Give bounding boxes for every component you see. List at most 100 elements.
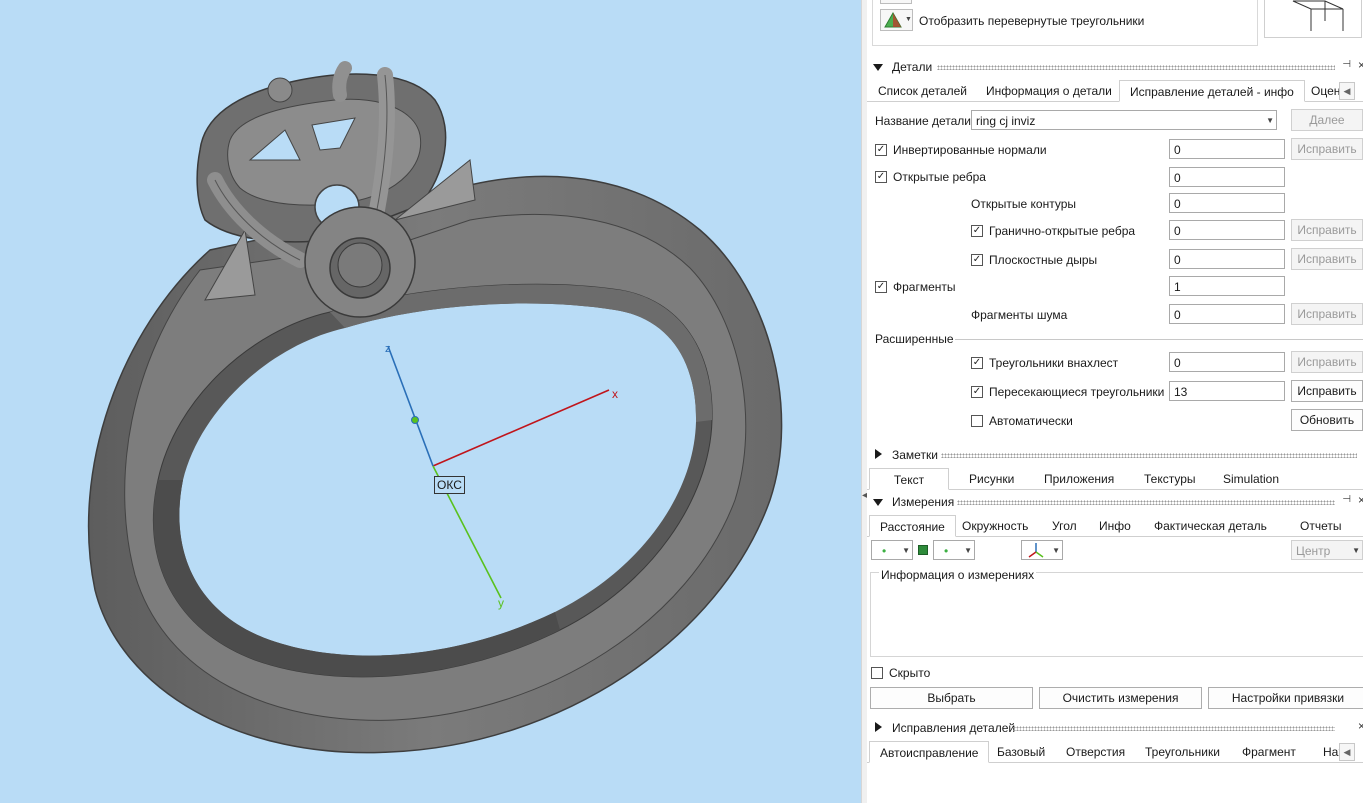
open-edges-checkbox[interactable]: ✓ bbox=[875, 171, 887, 183]
triangle-icon bbox=[884, 12, 902, 28]
close-icon[interactable]: × bbox=[1358, 58, 1363, 72]
tab-drawings[interactable]: Рисунки bbox=[959, 468, 1024, 490]
details-tabbar: Список деталей Информация о детали Испра… bbox=[867, 80, 1363, 102]
clear-measurements-button[interactable]: Очистить измерения bbox=[1039, 687, 1202, 709]
chevron-down-icon: ▼ bbox=[1052, 546, 1060, 555]
automatic-label: Автоматически bbox=[989, 414, 1073, 428]
inverted-triangles-label: Отобразить перевернутые треугольники bbox=[919, 14, 1145, 28]
tab-angle[interactable]: Угол bbox=[1042, 515, 1087, 537]
chevron-down-icon: ▼ bbox=[1266, 116, 1274, 125]
intersecting-triangles-checkbox[interactable]: ✓ bbox=[971, 386, 983, 398]
open-contours-value: 0 bbox=[1169, 193, 1285, 213]
collapse-icon[interactable] bbox=[873, 499, 883, 506]
point-icon: • bbox=[944, 544, 949, 558]
noise-fragments-value: 0 bbox=[1169, 304, 1285, 324]
tab-scroll-left-icon[interactable]: ◀ bbox=[1339, 82, 1355, 100]
hidden-label: Скрыто bbox=[889, 666, 931, 680]
ring-model-render[interactable]: x y z bbox=[0, 0, 861, 803]
fix-noise-fragments-button[interactable]: Исправить bbox=[1291, 303, 1363, 325]
pin-icon[interactable]: ⊣ bbox=[1342, 59, 1351, 70]
close-icon[interactable]: × bbox=[1358, 719, 1363, 733]
fix-overlapping-triangles-button[interactable]: Исправить bbox=[1291, 351, 1363, 373]
tab-parts-list[interactable]: Список деталей bbox=[868, 80, 977, 102]
inverted-triangles-dropdown[interactable]: ▼ bbox=[880, 9, 913, 31]
fragments-checkbox[interactable]: ✓ bbox=[875, 281, 887, 293]
drag-grip[interactable] bbox=[937, 65, 1335, 70]
advanced-divider bbox=[955, 339, 1363, 340]
hidden-checkbox[interactable] bbox=[871, 667, 883, 679]
inverted-normals-value: 0 bbox=[1169, 139, 1285, 159]
measurement-info-label: Информация о измерениях bbox=[879, 568, 1037, 582]
pin-icon[interactable]: ⊣ bbox=[1342, 494, 1351, 505]
expand-icon[interactable] bbox=[875, 722, 882, 732]
boundary-open-edges-checkbox[interactable]: ✓ bbox=[971, 225, 983, 237]
origin-label: ОКС bbox=[434, 476, 465, 494]
tab-part-info[interactable]: Информация о детали bbox=[976, 80, 1122, 102]
point-icon: • bbox=[882, 544, 887, 558]
measurements-section-header[interactable]: Измерения ⊣ × bbox=[867, 493, 1363, 511]
next-button[interactable]: Далее bbox=[1291, 109, 1363, 131]
collapse-icon[interactable] bbox=[873, 64, 883, 71]
planar-holes-label: Плоскостные дыры bbox=[989, 253, 1098, 267]
point-type-select-2[interactable]: • ▼ bbox=[933, 540, 975, 560]
part-name-select[interactable]: ring cj inviz ▼ bbox=[971, 110, 1277, 130]
drag-grip[interactable] bbox=[941, 453, 1357, 458]
tab-basic[interactable]: Базовый bbox=[987, 741, 1055, 763]
axes-icon bbox=[1028, 543, 1044, 558]
planar-holes-value: 0 bbox=[1169, 249, 1285, 269]
tab-part-fix-info[interactable]: Исправление деталей - инфо bbox=[1119, 80, 1305, 102]
coordinate-system-select[interactable]: ▼ bbox=[1021, 540, 1063, 560]
open-contours-label: Открытые контуры bbox=[971, 197, 1076, 211]
center-select[interactable]: Центр ▼ bbox=[1291, 540, 1363, 560]
tab-textures[interactable]: Текстуры bbox=[1134, 468, 1206, 490]
expand-icon[interactable] bbox=[875, 449, 882, 459]
notes-section-title: Заметки bbox=[892, 448, 938, 462]
chevron-down-icon: ▼ bbox=[902, 546, 910, 555]
chevron-down-icon: ▼ bbox=[964, 546, 972, 555]
tab-attachments[interactable]: Приложения bbox=[1034, 468, 1124, 490]
drag-grip[interactable] bbox=[1013, 726, 1335, 731]
3d-viewport[interactable]: x y z ОКС bbox=[0, 0, 861, 803]
fix-planar-holes-button[interactable]: Исправить bbox=[1291, 248, 1363, 270]
overlapping-triangles-checkbox[interactable]: ✓ bbox=[971, 357, 983, 369]
tab-circle[interactable]: Окружность bbox=[952, 515, 1038, 537]
select-button[interactable]: Выбрать bbox=[870, 687, 1033, 709]
tab-reports[interactable]: Отчеты bbox=[1290, 515, 1351, 537]
update-button[interactable]: Обновить bbox=[1291, 409, 1363, 431]
tab-holes[interactable]: Отверстия bbox=[1056, 741, 1135, 763]
tab-fragment[interactable]: Фрагмент bbox=[1232, 741, 1306, 763]
tab-simulation[interactable]: Simulation bbox=[1213, 468, 1289, 490]
inverted-normals-checkbox[interactable]: ✓ bbox=[875, 144, 887, 156]
view-cube-icon bbox=[1292, 0, 1344, 31]
fix-intersecting-triangles-button[interactable]: Исправить bbox=[1291, 380, 1363, 402]
drag-grip[interactable] bbox=[957, 500, 1335, 505]
point-type-select-1[interactable]: • ▼ bbox=[871, 540, 913, 560]
right-panel: ▼ Отобразить перевернутые треугольники Д… bbox=[867, 0, 1363, 803]
details-section-title: Детали bbox=[892, 60, 933, 74]
tab-info[interactable]: Инфо bbox=[1089, 515, 1141, 537]
cutoff-dropdown[interactable] bbox=[880, 0, 912, 4]
automatic-checkbox[interactable] bbox=[971, 415, 983, 427]
measurements-section-title: Измерения bbox=[892, 495, 955, 509]
center-select-value: Центр bbox=[1296, 544, 1331, 558]
tab-distance[interactable]: Расстояние bbox=[869, 515, 956, 537]
z-axis-label: z bbox=[385, 343, 391, 355]
tab-auto-fix[interactable]: Автоисправление bbox=[869, 741, 990, 763]
fix-inverted-normals-button[interactable]: Исправить bbox=[1291, 138, 1363, 160]
details-section-header[interactable]: Детали ⊣ × bbox=[867, 58, 1363, 76]
tab-triangles[interactable]: Треугольники bbox=[1135, 741, 1230, 763]
part-fixes-section-header[interactable]: Исправления деталей × bbox=[867, 719, 1363, 737]
planar-holes-checkbox[interactable]: ✓ bbox=[971, 254, 983, 266]
notes-section-header[interactable]: Заметки bbox=[867, 446, 1363, 464]
link-icon[interactable] bbox=[918, 545, 928, 555]
view-cube[interactable] bbox=[1264, 0, 1362, 38]
fix-boundary-open-edges-button[interactable]: Исправить bbox=[1291, 219, 1363, 241]
tab-actual-part[interactable]: Фактическая деталь bbox=[1144, 515, 1277, 537]
tab-text[interactable]: Текст bbox=[869, 468, 949, 490]
tab-scroll-left-icon[interactable]: ◀ bbox=[1339, 743, 1355, 761]
overlapping-triangles-value: 0 bbox=[1169, 352, 1285, 372]
intersecting-triangles-label: Пересекающиеся треугольники bbox=[989, 385, 1165, 399]
close-icon[interactable]: × bbox=[1358, 493, 1363, 507]
snap-settings-button[interactable]: Настройки привязки bbox=[1208, 687, 1363, 709]
y-axis-label: y bbox=[498, 596, 504, 610]
